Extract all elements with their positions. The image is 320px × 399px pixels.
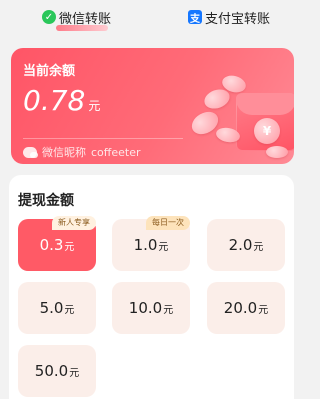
card-divider [23,138,183,139]
amount-value: 2.0元 [228,236,264,254]
amount-option-50-0[interactable]: 50.0元 [18,345,96,397]
wechat-check-icon: ✓ [42,10,56,24]
amount-option-20-0[interactable]: 20.0元 [207,282,285,334]
amount-option-0-3[interactable]: 新人专享 0.3元 [18,216,96,271]
red-envelope-illustration: ¥ [186,48,294,164]
tab-alipay-transfer[interactable]: 支 支付宝转账 [188,6,270,28]
wechat-nickname: 微信昵称 coffeeter [23,144,141,160]
amount-value: 10.0元 [128,299,174,317]
amount-option-5-0[interactable]: 5.0元 [18,282,96,334]
coin-icon: ¥ [254,118,280,144]
tab-wechat-label: 微信转账 [59,11,112,27]
amount-option-10-0[interactable]: 10.0元 [112,282,190,334]
tab-wechat-transfer[interactable]: ✓ 微信转账 [42,6,111,28]
amount-option-2-0[interactable]: 2.0元 [207,219,285,271]
amount-option-1-0[interactable]: 每日一次 1.0元 [112,216,190,271]
daily-once-tag: 每日一次 [146,216,190,230]
new-user-tag: 新人专享 [52,216,96,230]
amount-value: 1.0元 [133,236,169,254]
alipay-icon: 支 [188,10,202,25]
nickname-label: 微信昵称 [42,146,86,159]
amount-value: 0.3元 [39,236,75,254]
nickname-value: coffeeter [91,145,141,159]
balance-title: 当前余额 [23,64,76,79]
balance-unit: 元 [88,99,101,113]
amount-value: 20.0元 [223,299,269,317]
balance-amount: 0.78 元 [23,84,100,117]
withdraw-title: 提现金额 [18,193,74,209]
wechat-chat-icon [23,146,38,158]
balance-card: 当前余额 0.78 元 微信昵称 coffeeter ¥ [11,48,294,164]
withdraw-panel: 提现金额 新人专享 0.3元 每日一次 1.0元 2.0元 5.0元 10.0元… [9,175,294,399]
amount-value: 50.0元 [34,362,80,380]
coin-icon [266,146,288,158]
amount-value: 5.0元 [39,299,75,317]
payment-method-tabs: ✓ 微信转账 支 支付宝转账 [0,0,302,40]
balance-value: 0.78 [23,84,86,117]
tab-alipay-label: 支付宝转账 [205,11,271,27]
